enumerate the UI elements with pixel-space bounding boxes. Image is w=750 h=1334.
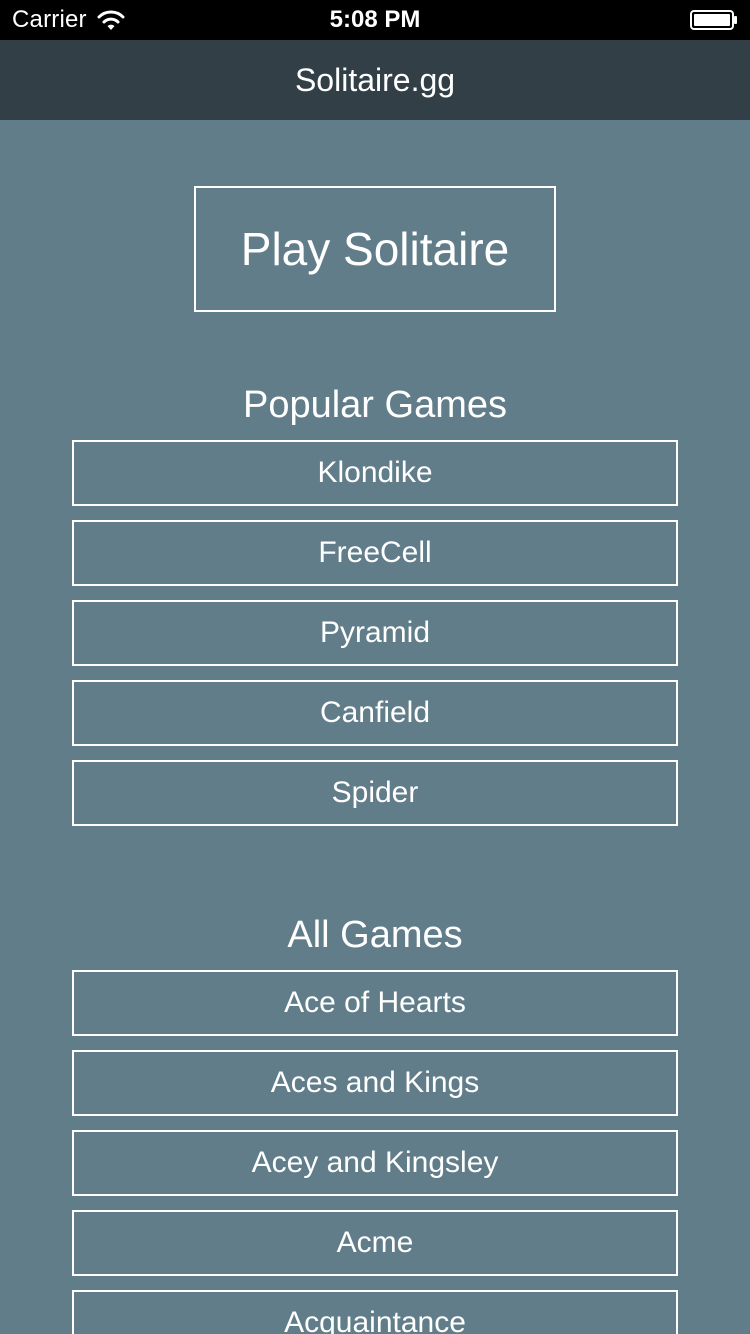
game-button-ace-of-hearts[interactable]: Ace of Hearts — [72, 970, 678, 1036]
game-button-freecell[interactable]: FreeCell — [72, 520, 678, 586]
all-games-heading: All Games — [287, 914, 463, 956]
popular-games-heading: Popular Games — [242, 384, 507, 426]
game-button-acey-and-kingsley[interactable]: Acey and Kingsley — [72, 1130, 678, 1196]
all-games-list: Ace of Hearts Aces and Kings Acey and Ki… — [72, 970, 678, 1334]
nav-bar: Solitaire.gg — [0, 40, 750, 120]
play-solitaire-button[interactable]: Play Solitaire — [194, 186, 556, 312]
page-title: Solitaire.gg — [294, 62, 456, 98]
game-button-spider[interactable]: Spider — [72, 760, 678, 826]
battery-icon — [690, 10, 738, 30]
game-button-aces-and-kings[interactable]: Aces and Kings — [72, 1050, 678, 1116]
game-button-acme[interactable]: Acme — [72, 1210, 678, 1276]
status-time: 5:08 PM — [329, 6, 421, 33]
game-button-klondike[interactable]: Klondike — [72, 440, 678, 506]
game-button-acquaintance[interactable]: Acquaintance — [72, 1290, 678, 1334]
game-button-pyramid[interactable]: Pyramid — [72, 600, 678, 666]
game-button-canfield[interactable]: Canfield — [72, 680, 678, 746]
main-content[interactable]: Play Solitaire Popular Games Klondike Fr… — [0, 120, 750, 1334]
popular-games-list: Klondike FreeCell Pyramid Canfield Spide… — [72, 440, 678, 840]
status-bar: Carrier 5:08 PM — [0, 0, 750, 40]
